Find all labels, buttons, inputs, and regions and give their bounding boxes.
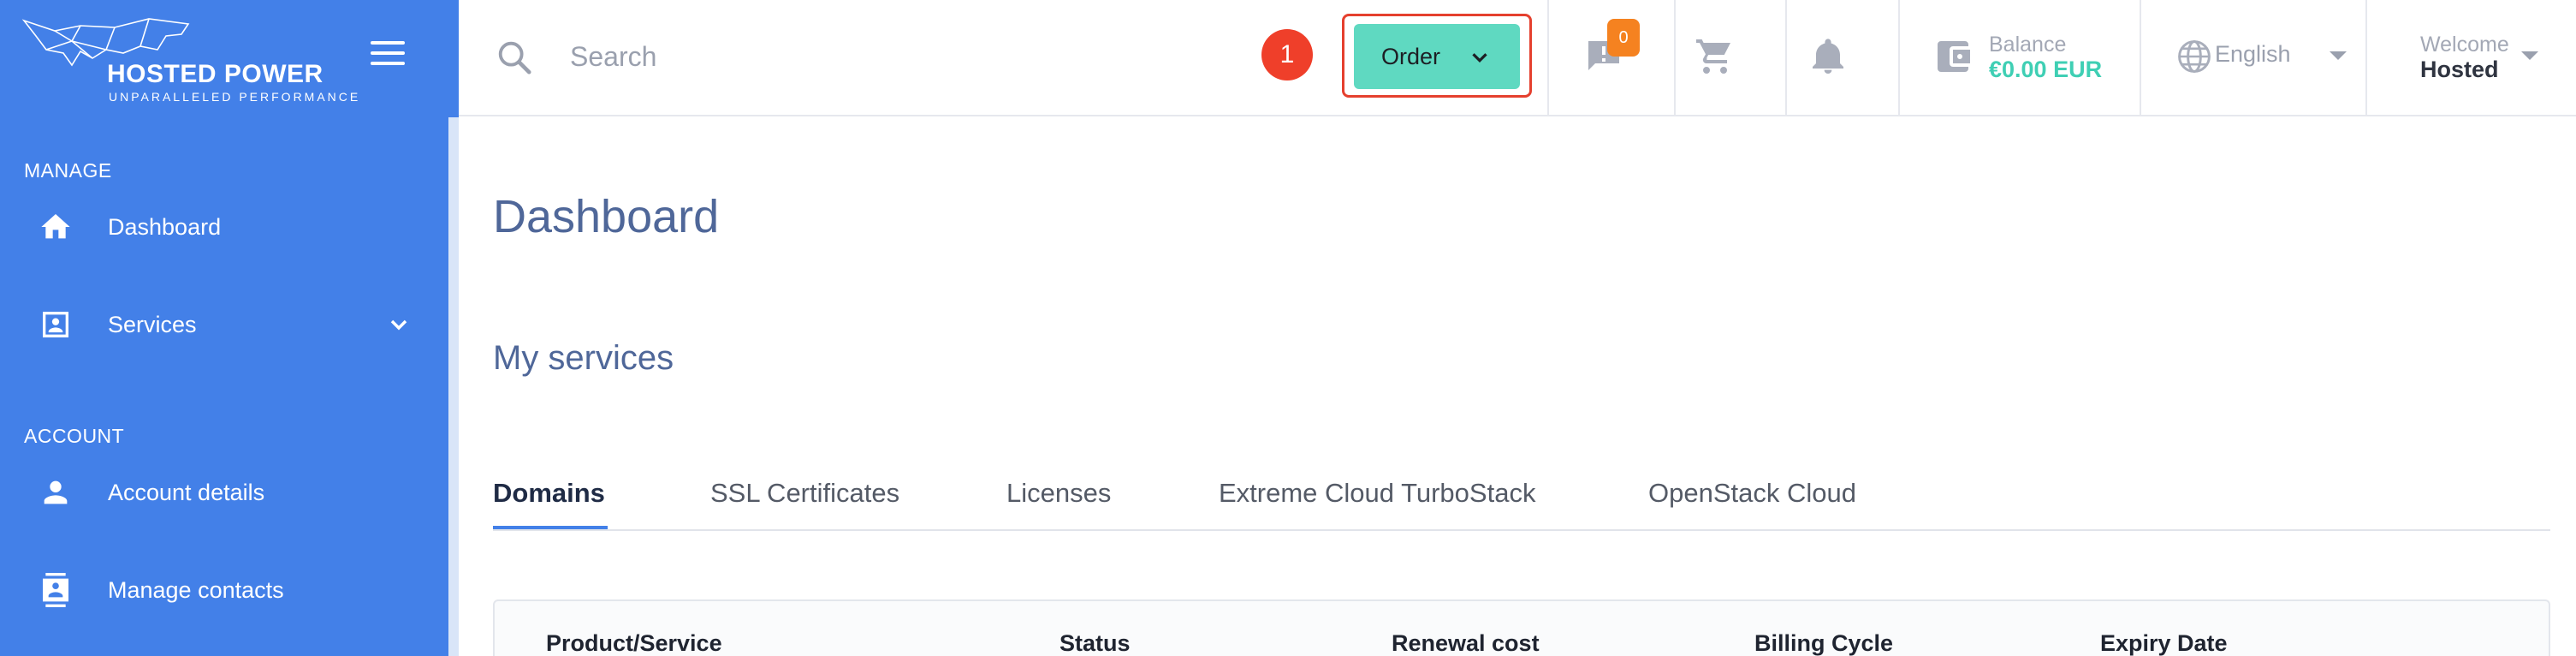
section-heading: My services [493,339,674,377]
person-icon [38,474,74,510]
home-icon [38,209,74,245]
tab-ssl-certificates[interactable]: SSL Certificates [710,478,899,509]
top-header: 1 Order 0 Balance €0.00 EUR English Welc… [459,0,2576,116]
sidebar: HOSTED POWER UNPARALLELED PERFORMANCE MA… [0,0,459,656]
panther-logo-icon [21,18,190,67]
language-label: English [2215,41,2291,67]
column-header[interactable]: Billing Cycle [1754,630,1893,656]
chevron-down-icon [1472,53,1487,63]
user-name: Hosted [2420,57,2499,82]
bell-icon[interactable] [1807,36,1849,77]
services-tabs: Domains SSL Certificates Licenses Extrem… [493,469,2550,531]
balance-value[interactable]: €0.00 EUR [1989,57,2102,83]
chevron-down-icon[interactable] [385,311,413,338]
header-divider [2140,0,2141,115]
column-header[interactable]: Renewal cost [1392,630,1540,656]
sidebar-item-services[interactable]: Services [0,288,448,361]
order-button-label: Order [1381,43,1441,69]
column-header[interactable]: Status [1059,630,1131,656]
welcome-caption: Welcome [2420,33,2509,57]
menu-toggle-icon[interactable] [371,41,405,72]
search-input[interactable] [570,34,1049,79]
column-header[interactable]: Product/Service [546,630,722,656]
sidebar-item-label: Dashboard [108,213,222,240]
messages-count-badge: 0 [1607,19,1640,57]
globe-icon [2178,40,2211,73]
sidebar-section-account: ACCOUNT [24,425,125,447]
contact-card-icon [38,307,74,343]
tab-licenses[interactable]: Licenses [1006,478,1111,509]
contacts-icon [38,572,74,608]
sidebar-item-label: Services [108,311,197,337]
sidebar-item-label: Manage contacts [108,576,284,603]
balance-caption: Balance [1989,33,2067,57]
brand-name: HOSTED POWER [107,60,323,88]
sidebar-item-account-details[interactable]: Account details [0,456,448,529]
header-divider [1547,0,1549,115]
wallet-icon [1938,41,1970,72]
page-title: Dashboard [493,191,720,242]
order-dropdown-button[interactable]: Order [1354,24,1520,89]
sidebar-item-manage-contacts[interactable]: Manage contacts [0,553,448,627]
sidebar-item-label: Account details [108,479,265,505]
sidebar-item-dashboard[interactable]: Dashboard [0,190,448,264]
sidebar-section-manage: MANAGE [24,159,112,182]
header-divider [2365,0,2367,115]
header-divider [1785,0,1787,115]
step-indicator-badge: 1 [1261,29,1313,81]
cart-icon[interactable] [1695,36,1736,77]
caret-down-icon [2521,51,2538,60]
caret-down-icon [2330,51,2347,60]
search-icon[interactable] [495,38,534,77]
column-header[interactable]: Expiry Date [2100,630,2228,656]
sidebar-scrollbar[interactable] [448,117,459,656]
tab-extreme-cloud-turbostack[interactable]: Extreme Cloud TurboStack [1219,478,1535,509]
brand-tagline: UNPARALLELED PERFORMANCE [109,90,361,104]
header-divider [1674,0,1676,115]
tab-openstack-cloud[interactable]: OpenStack Cloud [1648,478,1856,509]
header-divider [1898,0,1900,115]
services-table: Product/Service Status Renewal cost Bill… [493,599,2550,656]
brand-logo[interactable]: HOSTED POWER UNPARALLELED PERFORMANCE [21,15,358,104]
active-tab-indicator [493,526,608,529]
tab-domains[interactable]: Domains [493,478,605,509]
